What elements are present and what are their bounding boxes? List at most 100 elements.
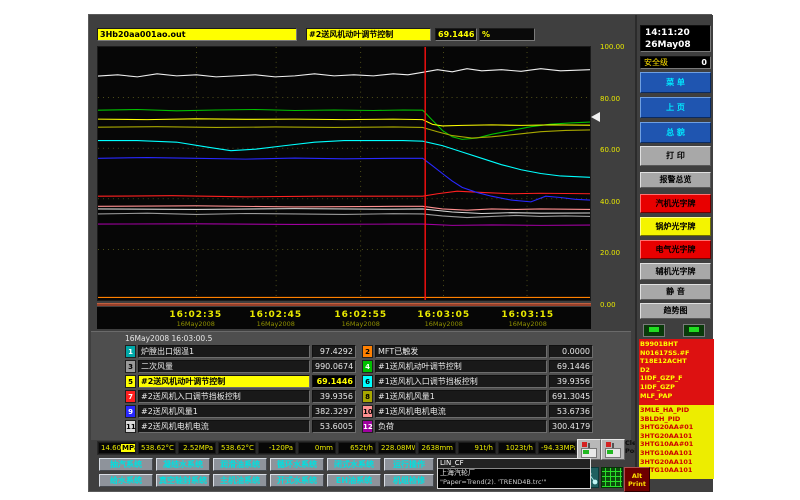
alarm-item[interactable]: 3MLE_HA_PID [640, 406, 713, 415]
trend-line-12 [98, 224, 590, 226]
status-segment: 1023t/h [498, 442, 536, 454]
pen-value: 300.4179 [549, 420, 593, 433]
nav-button[interactable]: 闭式水系统 [327, 458, 381, 471]
trend-line-7 [98, 191, 590, 197]
pen-number-chip: 8 [362, 390, 373, 403]
value-pointer-icon[interactable] [591, 112, 600, 122]
alarm-item[interactable]: MLF_PAP [640, 392, 713, 401]
trend-chart[interactable] [97, 46, 591, 301]
nav-button[interactable]: 循环水系统 [270, 458, 324, 471]
alarm-item[interactable]: 1IDF_GZP [640, 383, 713, 392]
legend-row-pen-7[interactable]: 7#2送风机入口调节挡板控制39.9356 [125, 390, 356, 403]
page-up-icon[interactable] [643, 324, 665, 337]
rp-button-alarm-summary[interactable]: 报警总览 [640, 172, 711, 188]
nav-button[interactable]: 给水系统 [99, 474, 153, 487]
legend-row-pen-12[interactable]: 12负荷300.4179 [362, 420, 593, 433]
trend-line-5 [98, 119, 590, 126]
nav-button[interactable]: 开式水系统 [270, 474, 324, 487]
page-down-icon[interactable] [683, 324, 705, 337]
security-value: 0 [701, 57, 707, 68]
pen-label: 炉膛出口烟温1 [138, 345, 310, 358]
legend-row-pen-9[interactable]: 9#2送风机风量1382.3297 [125, 405, 356, 418]
legend-row-pen-4[interactable]: 4#1送风机动叶调节控制69.1446 [362, 360, 593, 373]
point-id-field[interactable]: 3Hb20aa001ao.out [97, 28, 297, 41]
time-axis-strip [97, 303, 591, 306]
legend-row-pen-8[interactable]: 8#1送风机风量1691.3045 [362, 390, 593, 403]
pen-label: #2送风机风量1 [138, 405, 310, 418]
pen-value: 97.4292 [312, 345, 356, 358]
dcs-window: 3Hb20aa001ao.out #2送风机动叶调节控制 69.1446 % 1… [88, 14, 712, 492]
valve-green-indicator [607, 450, 613, 454]
pen-number-chip: 7 [125, 390, 136, 403]
page-down-glyph [689, 327, 699, 332]
pen-number-chip: 1 [125, 345, 136, 358]
legend-row-pen-2[interactable]: 2MFT已触发0.0000 [362, 345, 593, 358]
status-segment: -94.33MPa [538, 442, 576, 454]
x-axis-labels: 16:02:3516May200816:02:4516May200816:02:… [97, 307, 591, 329]
alarm-item[interactable]: D2 [640, 366, 713, 375]
point-name-field[interactable]: #2送风机动叶调节控制 [306, 28, 431, 41]
pen-label: #1送风机电机电流 [375, 405, 547, 418]
legend-row-pen-10[interactable]: 10#1送风机电机电流53.6736 [362, 405, 593, 418]
nav-button[interactable]: 主机油系统 [213, 474, 267, 487]
alarm-item[interactable]: N01617SS.#F [640, 349, 713, 358]
y-axis-scale: 100.0080.0060.0040.0020.000.00 [593, 46, 631, 314]
pen-value: 691.3045 [549, 390, 593, 403]
rp-button-print[interactable]: 打 印 [640, 146, 711, 166]
rp-button-trend-chart[interactable]: 趋势图 [640, 303, 711, 319]
alarm-list-yellow: 3MLE_HA_PID3BLDH_PID3HTG20AA#013HTG20AA1… [639, 405, 714, 479]
rp-button-boiler-annunciator[interactable]: 锅炉光字牌 [640, 217, 711, 236]
status-bar: 14.60MPa538.62°C2.52MPa538.62°C-120Pa0mm… [97, 441, 577, 455]
alarm-item[interactable]: 3HTG10AA101 [640, 449, 713, 458]
clock-date: 26May08 [645, 39, 706, 51]
nav-button[interactable]: 润滑油系统 [213, 458, 267, 471]
status-unit-highlight: MPa [121, 444, 136, 452]
nav-button[interactable]: 抽汽系统 [99, 458, 153, 471]
rp-button-auxiliary-annunciator[interactable]: 辅机光字牌 [640, 263, 711, 280]
legend-row-pen-1[interactable]: 1炉膛出口烟温197.4292 [125, 345, 356, 358]
alt-print-button[interactable]: Alt Print [624, 467, 650, 492]
valve-icon-1[interactable] [577, 439, 601, 460]
alarm-item[interactable]: 1IDF_GZP_F [640, 374, 713, 383]
rp-button-overview[interactable]: 总 貌 [640, 122, 711, 143]
x-tick-time: 16:03:15 [501, 310, 554, 320]
pen-label: #1送风机动叶调节控制 [375, 360, 547, 373]
legend-row-pen-6[interactable]: 6#1送风机入口调节挡板控制39.9356 [362, 375, 593, 388]
pen-number-chip: 3 [125, 360, 136, 373]
rp-button-mute[interactable]: 静 音 [640, 284, 711, 300]
nav-button[interactable]: 凝结水系统 [156, 458, 210, 471]
pen-value: 990.0674 [312, 360, 356, 373]
nav-button-row-2: 给水系统真空轴封系统主机油系统开式水系统EH油系统机组检修 [99, 474, 434, 487]
alarm-item[interactable]: 3HTG20AA101 [640, 432, 713, 441]
x-tick-date: 16May2008 [257, 320, 295, 328]
rp-button-menu[interactable]: 菜 单 [640, 72, 711, 93]
pen-value: 39.9356 [549, 375, 593, 388]
rp-button-prev-page[interactable]: 上 页 [640, 97, 711, 118]
rp-button-electrical-annunciator[interactable]: 电气光字牌 [640, 240, 711, 259]
alarm-item[interactable]: 3HTG20AA#01 [640, 423, 713, 432]
legend-row-pen-3[interactable]: 3二次风量990.0674 [125, 360, 356, 373]
x-tick-time: 16:02:55 [334, 310, 387, 320]
alarm-item[interactable]: 3HTG10AA#01 [640, 440, 713, 449]
alarm-item[interactable]: T18E12ACHT [640, 357, 713, 366]
legend-row-pen-11[interactable]: 11#2送风机电机电流53.6005 [125, 420, 356, 433]
pen-value: 53.6736 [549, 405, 593, 418]
clock-display: 14:11:20 26May08 [640, 25, 711, 52]
nav-button[interactable]: 运行操作 [384, 458, 434, 471]
pen-value: 382.3297 [312, 405, 356, 418]
alarm-item[interactable]: 3HTG20AA101 [640, 458, 713, 467]
nav-button[interactable]: EH油系统 [327, 474, 381, 487]
alarm-item[interactable]: 3BLDH_PID [640, 415, 713, 424]
rp-button-turbine-annunciator[interactable]: 汽机光字牌 [640, 194, 711, 213]
nav-button[interactable]: 真空轴封系统 [156, 474, 210, 487]
nav-button[interactable]: 机组检修 [384, 474, 434, 487]
security-label: 安全级 [644, 57, 668, 68]
y-tick-label: 40.00 [600, 198, 620, 206]
grid-icon[interactable] [601, 467, 623, 488]
alarm-item[interactable]: B9901BHT [640, 340, 713, 349]
pen-number-chip: 5 [125, 375, 136, 388]
legend-row-pen-5[interactable]: 5#2送风机动叶调节控制69.1446 [125, 375, 356, 388]
valve-icon-2[interactable] [601, 439, 625, 460]
pen-value: 53.6005 [312, 420, 356, 433]
alarm-item[interactable]: 3HTG10AA101 [640, 466, 713, 475]
